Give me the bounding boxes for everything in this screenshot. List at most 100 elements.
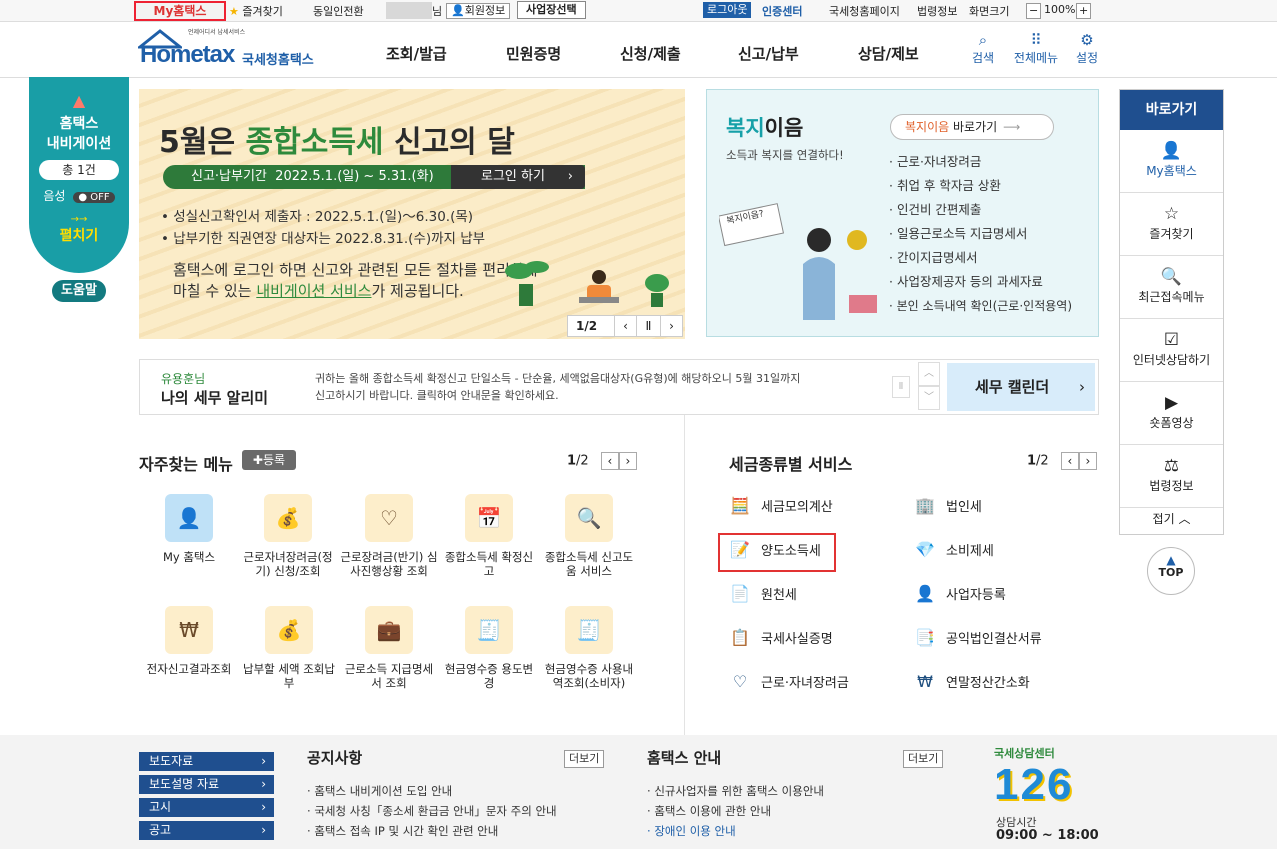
consent-switch-link[interactable]: 동일인전환	[313, 3, 364, 19]
notice-item[interactable]: · 홈택스 내비게이션 도입 안내	[307, 781, 557, 801]
notification-button[interactable]: 고시	[139, 798, 274, 817]
banner-desc-2: 마칠 수 있는 내비게이션 서비스가 제공됩니다.	[173, 280, 464, 301]
freq-item-receipt-history[interactable]: 🧾 현금영수증 사용내역조회(소비자)	[544, 606, 634, 690]
all-menu-button[interactable]: ⠿ 전체메뉴	[1010, 31, 1062, 66]
notice-item[interactable]: · 국세청 사칭「종소세 환급금 안내」문자 주의 안내	[307, 801, 557, 821]
long-arrow-icon: ⟶	[1003, 120, 1021, 134]
welfare-go-button[interactable]: 복지이음 바로가기 ⟶	[890, 114, 1054, 140]
tax-item-business-reg[interactable]: 👤 사업자등록	[914, 584, 1006, 603]
income-tax-banner[interactable]: 5월은 종합소득세 신고의 달 신고·납부기간 2022.5.1.(일) ~ 5…	[139, 89, 685, 339]
alert-down-button[interactable]: ﹀	[918, 386, 940, 410]
nts-page-link[interactable]: 국세청홈페이지	[829, 3, 900, 19]
welfare-item[interactable]: · 사업장제공자 등의 과세자료	[889, 270, 1072, 294]
go-label-b: 바로가기	[949, 120, 998, 134]
nav-consult[interactable]: 상담/제보	[858, 43, 919, 64]
alert-up-button[interactable]: ︿	[918, 362, 940, 386]
freq-item-efiling-result[interactable]: ₩ 전자신고결과조회	[140, 606, 238, 676]
freq-prev-button[interactable]: ‹	[600, 452, 619, 470]
tax-calendar-button[interactable]: 세무 캘린더 ›	[947, 363, 1095, 411]
freq-item-eitc-status[interactable]: ♡ 근로장려금(반기) 심사진행상황 조회	[340, 494, 438, 578]
voice-label: 음성	[43, 189, 66, 203]
top-button[interactable]: ▲ TOP	[1147, 547, 1195, 595]
logout-button[interactable]: 로그아웃	[703, 2, 752, 18]
prev-banner-button[interactable]: ‹	[614, 316, 636, 336]
member-info-button[interactable]: 👤회원정보	[446, 3, 511, 19]
tax-item-consumption[interactable]: 💎 소비제세	[914, 540, 994, 559]
tax-item-capital-gains[interactable]: 📝 양도소득세	[729, 540, 821, 559]
alert-pause-button[interactable]: Ⅱ	[892, 376, 910, 398]
register-button[interactable]: ✚등록	[242, 450, 296, 470]
pause-banner-button[interactable]: Ⅱ	[636, 316, 660, 336]
voice-toggle[interactable]: ● OFF	[73, 192, 115, 203]
guide-item[interactable]: · 장애인 이용 안내	[647, 821, 824, 841]
footer: 보도자료 보도설명 자료 고시 공고 공지사항 더보기 · 홈택스 내비게이션 …	[0, 735, 1277, 849]
announcement-button[interactable]: 공고	[139, 821, 274, 840]
freq-item-tax-payment[interactable]: 💰 납부할 세액 조회납부	[240, 606, 338, 690]
quick-favorites[interactable]: ☆ 즐겨찾기	[1120, 193, 1223, 256]
welfare-item[interactable]: · 본인 소득내역 확인(근로·인적용역)	[889, 294, 1072, 318]
tax-item-certificate[interactable]: 📋 국세사실증명	[729, 628, 833, 647]
expand-button[interactable]: 펼치기	[29, 225, 129, 245]
cert-center-link[interactable]: 인증센터	[762, 3, 802, 19]
settings-button[interactable]: ⚙ 설정	[1067, 31, 1107, 66]
welfare-item[interactable]: · 일용근로소득 지급명세서	[889, 222, 1072, 246]
freq-item-income-tax-filing[interactable]: 📅 종합소득세 확정신고	[440, 494, 538, 578]
law-info-link[interactable]: 법령정보	[917, 3, 957, 19]
zoom-out-button[interactable]: −	[1026, 3, 1042, 19]
tax-item-eitc[interactable]: ♡ 근로·자녀장려금	[729, 672, 849, 691]
guide-item[interactable]: · 홈택스 이용에 관한 안내	[647, 801, 824, 821]
tax-prev-button[interactable]: ‹	[1060, 452, 1079, 470]
tax-alert-bar[interactable]: 유용훈님 나의 세무 알리미 귀하는 올해 종합소득세 확정신고 단일소득 - …	[139, 359, 1099, 415]
freq-item-my-hometax[interactable]: 👤 My 홈택스	[144, 494, 234, 564]
my-hometax-link[interactable]: My홈택스	[134, 1, 226, 21]
quick-online-consult[interactable]: ☑ 인터넷상담하기	[1120, 319, 1223, 382]
freq-item-eitc[interactable]: 💰 근로자녀장려금(정기) 신청/조회	[238, 494, 338, 578]
gavel-icon: ⚖	[1163, 456, 1180, 476]
freq-item-wage-statement[interactable]: 💼 근로소득 지급명세서 조회	[340, 606, 438, 690]
next-banner-button[interactable]: ›	[660, 316, 682, 336]
heart-icon: ♡	[365, 494, 413, 542]
tax-item-public-corp[interactable]: 📑 공익법인결산서류	[914, 628, 1042, 647]
zoom-in-button[interactable]: +	[1076, 3, 1092, 19]
nav-filing[interactable]: 신고/납부	[738, 43, 799, 64]
welfare-item[interactable]: · 인건비 간편제출	[889, 198, 1072, 222]
guide-item[interactable]: · 신규사업자를 위한 홈택스 이용안내	[647, 781, 824, 801]
login-button[interactable]: 로그인 하기 ›	[451, 165, 585, 189]
freq-next-button[interactable]: ›	[618, 452, 637, 470]
favorites-link[interactable]: ★ 즐겨찾기	[229, 3, 283, 19]
biz-select-button[interactable]: 사업장선택	[517, 1, 586, 19]
quick-law[interactable]: ⚖ 법령정보	[1120, 445, 1223, 508]
press-release-button[interactable]: 보도자료	[139, 752, 274, 771]
freq-page-total: /2	[576, 453, 589, 469]
notice-more-button[interactable]: 더보기	[564, 750, 605, 768]
tax-next-button[interactable]: ›	[1078, 452, 1097, 470]
quick-shortform[interactable]: ▶ 숏폼영상	[1120, 382, 1223, 445]
notice-item[interactable]: · 홈택스 접속 IP 및 시간 확인 관련 안내	[307, 821, 557, 841]
search-button[interactable]: ⌕ 검색	[963, 31, 1003, 66]
welfare-item[interactable]: · 근로·자녀장려금	[889, 150, 1072, 174]
navigator-count[interactable]: 총 1건	[39, 160, 119, 180]
quick-my-hometax[interactable]: 👤 My홈택스	[1120, 130, 1223, 193]
guide-more-button[interactable]: 더보기	[903, 750, 944, 768]
welfare-banner[interactable]: 복지이음 소득과 복지를 연결하다! 복지이음 바로가기 ⟶ 복지이음? · 근로…	[706, 89, 1099, 337]
freq-item-receipt-change[interactable]: 🧾 현금영수증 용도변경	[440, 606, 538, 690]
nav-inquiry[interactable]: 조회/발급	[386, 43, 447, 64]
quick-recent[interactable]: 🔍 최근접속메뉴	[1120, 256, 1223, 319]
alert-message[interactable]: 귀하는 올해 종합소득세 확정신고 단일소득 - 단순율, 세액없음대상자(G유…	[315, 370, 800, 404]
tax-item-corporate[interactable]: 🏢 법인세	[914, 496, 982, 515]
user-suffix: 님	[432, 5, 443, 18]
won-search-icon: ₩	[165, 606, 213, 654]
nav-application[interactable]: 신청/제출	[620, 43, 681, 64]
tax-item-withholding[interactable]: 📄 원천세	[729, 584, 797, 603]
help-button[interactable]: 도움말	[52, 280, 106, 302]
tax-item-year-end[interactable]: ₩ 연말정산간소화	[914, 672, 1030, 691]
freq-item-filing-help[interactable]: 🔍 종합소득세 신고도움 서비스	[540, 494, 638, 578]
welfare-item[interactable]: · 취업 후 학자금 상환	[889, 174, 1072, 198]
welfare-item[interactable]: · 간이지급명세서	[889, 246, 1072, 270]
tax-item-simulator[interactable]: 🧮 세금모의계산	[729, 496, 833, 515]
press-explain-button[interactable]: 보도설명 자료	[139, 775, 274, 794]
screen-size-label: 화면크기	[969, 5, 1010, 18]
nav-certificate[interactable]: 민원증명	[506, 43, 561, 64]
hometax-logo[interactable]: 언제어디서 납세서비스 Hometax 국세청홈택스	[135, 27, 323, 73]
quick-fold-button[interactable]: 접기 ︿	[1120, 510, 1223, 527]
